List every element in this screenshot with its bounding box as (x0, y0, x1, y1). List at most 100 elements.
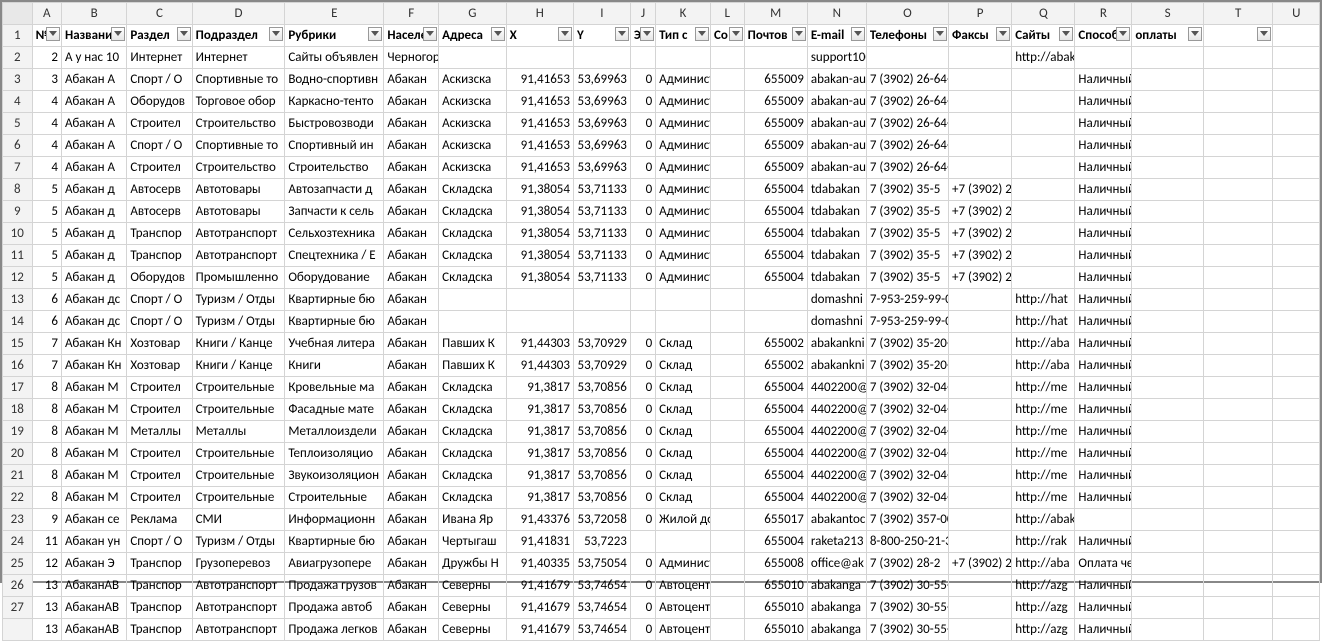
cell[interactable]: Аскизска (439, 91, 506, 113)
cell[interactable]: Транспор (127, 619, 192, 641)
cell[interactable] (949, 619, 1012, 641)
cell[interactable] (1203, 135, 1273, 157)
cell[interactable] (744, 289, 807, 311)
cell[interactable] (744, 47, 807, 69)
cell[interactable]: 53,71133 (573, 201, 630, 223)
cell[interactable]: Интернет (192, 47, 285, 69)
cell[interactable]: 4402200@ (807, 443, 866, 465)
cell[interactable] (1132, 355, 1204, 377)
cell[interactable]: domashni (807, 311, 866, 333)
cell[interactable]: 91,3817 (506, 443, 573, 465)
cell[interactable] (710, 289, 744, 311)
cell[interactable]: Оборудование (285, 267, 384, 289)
column-header-B[interactable]: B (62, 3, 127, 25)
cell[interactable]: Складска (439, 201, 506, 223)
cell[interactable]: http://me (1012, 443, 1075, 465)
cell[interactable] (1132, 135, 1204, 157)
cell[interactable]: Квартирные бю (285, 289, 384, 311)
column-header-A[interactable]: A (32, 3, 62, 25)
cell[interactable] (949, 443, 1012, 465)
cell[interactable] (1203, 179, 1273, 201)
cell[interactable]: 0 (630, 135, 655, 157)
cell[interactable]: Спортивные то (192, 69, 285, 91)
row-header[interactable]: 4 (3, 91, 33, 113)
cell[interactable]: 4402200@ (807, 421, 866, 443)
cell[interactable]: Складска (439, 223, 506, 245)
cell[interactable] (1203, 355, 1273, 377)
cell[interactable]: 91,41679 (506, 597, 573, 619)
cell[interactable]: Строител (127, 465, 192, 487)
cell[interactable]: Спорт / О (127, 289, 192, 311)
cell[interactable]: Абакан ун (62, 531, 127, 553)
cell[interactable]: 7 (32, 355, 62, 377)
cell[interactable]: 91,3817 (506, 377, 573, 399)
cell[interactable] (710, 157, 744, 179)
cell[interactable]: 655010 (744, 575, 807, 597)
filter-dropdown-icon[interactable] (423, 27, 437, 41)
cell[interactable]: +7 (3902) 28-58-09 (949, 245, 1012, 267)
cell[interactable]: 655009 (744, 157, 807, 179)
cell[interactable]: 8 (32, 421, 62, 443)
cell[interactable]: abakan-au (807, 135, 866, 157)
cell[interactable]: Аскизска (439, 113, 506, 135)
cell[interactable]: 91,3817 (506, 465, 573, 487)
row-header[interactable]: 27 (3, 597, 33, 619)
cell[interactable]: 91,3817 (506, 487, 573, 509)
cell[interactable]: 53,69963 (573, 113, 630, 135)
cell[interactable] (1203, 201, 1273, 223)
row-header[interactable]: 3 (3, 69, 33, 91)
cell[interactable]: Павших К (439, 355, 506, 377)
cell[interactable]: Наличный расчет, Оплата через бан (1075, 311, 1132, 333)
cell[interactable] (506, 311, 573, 333)
cell[interactable] (949, 157, 1012, 179)
cell[interactable]: 4 (32, 135, 62, 157)
cell[interactable] (1132, 113, 1204, 135)
cell[interactable] (949, 597, 1012, 619)
row-header[interactable]: 21 (3, 465, 33, 487)
header-cell[interactable]: Рубрики (285, 25, 384, 47)
cell[interactable]: Автотранспорт (192, 619, 285, 641)
cell[interactable]: Склад (656, 399, 711, 421)
cell[interactable] (1132, 47, 1204, 69)
cell[interactable]: 655004 (744, 377, 807, 399)
cell[interactable]: 0 (630, 597, 655, 619)
cell[interactable]: Быстровозводи (285, 113, 384, 135)
cell[interactable]: 91,44303 (506, 333, 573, 355)
cell[interactable]: 13 (32, 575, 62, 597)
column-header-M[interactable]: M (744, 3, 807, 25)
cell[interactable]: Администрати (656, 553, 711, 575)
cell[interactable]: Складска (439, 267, 506, 289)
cell[interactable]: 0 (630, 421, 655, 443)
cell[interactable]: Абакан (384, 69, 439, 91)
cell[interactable] (1203, 245, 1273, 267)
cell[interactable] (1203, 223, 1273, 245)
cell[interactable]: 6 (32, 289, 62, 311)
cell[interactable]: 5 (32, 223, 62, 245)
cell[interactable]: 655004 (744, 179, 807, 201)
cell[interactable]: Строител (127, 157, 192, 179)
cell[interactable]: Абакан (384, 333, 439, 355)
cell[interactable]: Дружбы Н (439, 553, 506, 575)
cell[interactable]: Информационн (285, 509, 384, 531)
cell[interactable]: Транспор (127, 223, 192, 245)
cell[interactable] (1273, 465, 1320, 487)
hyperlink[interactable]: http://me (1015, 468, 1067, 483)
cell[interactable]: 0 (630, 245, 655, 267)
cell[interactable]: Строительные (192, 465, 285, 487)
cell[interactable] (1273, 179, 1320, 201)
cell[interactable] (1273, 91, 1320, 113)
cell[interactable]: Склад (656, 465, 711, 487)
cell[interactable]: Наличный расчет, Оплата через бан (1075, 465, 1132, 487)
cell[interactable]: Квартирные бю (285, 311, 384, 333)
cell[interactable]: tdabakan (807, 267, 866, 289)
cell[interactable]: 53,71133 (573, 245, 630, 267)
cell[interactable]: Наличный расчет, Оплата через бан (1075, 421, 1132, 443)
cell[interactable]: Администрати (656, 179, 711, 201)
filter-dropdown-icon[interactable] (111, 27, 125, 41)
cell[interactable]: 7 (3902) 32-04-00,7 (390 (866, 465, 948, 487)
cell[interactable]: Абакан (384, 135, 439, 157)
cell[interactable] (1203, 289, 1273, 311)
column-header-K[interactable]: K (656, 3, 711, 25)
cell[interactable]: Автоцентр (656, 575, 711, 597)
cell[interactable]: 91,43376 (506, 509, 573, 531)
